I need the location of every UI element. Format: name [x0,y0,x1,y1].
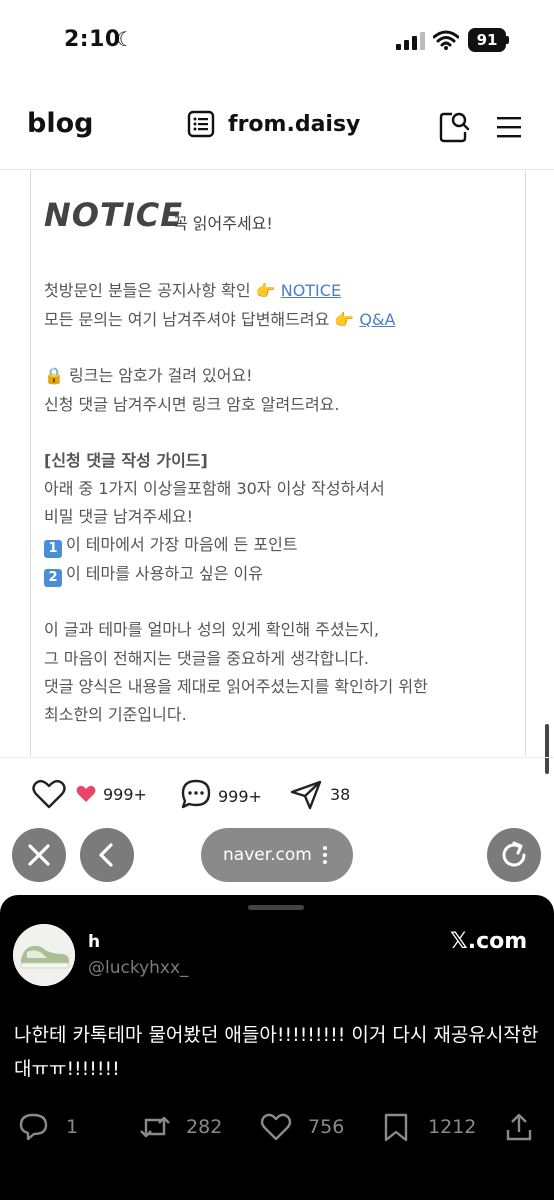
reply-action[interactable]: 1 [18,1112,78,1142]
guide-line-2: 비밀 댓글 남겨주세요! [44,507,194,526]
scrollbar[interactable] [545,724,549,774]
guide-item-1: 1이 테마에서 가장 마음에 든 포인트 [44,531,298,558]
retweet-action[interactable]: 282 [138,1112,222,1142]
reload-icon [502,841,526,867]
qa-link[interactable]: Q&A [359,310,395,329]
bookmark-action[interactable]: 1212 [382,1112,476,1142]
notice-link[interactable]: NOTICE [281,281,341,300]
notice-line-inquiry: 모든 문의는 여기 남겨주셔야 답변해드려요 👉 Q&A [44,310,396,329]
hamburger-menu-icon[interactable] [496,114,522,140]
para-line-3: 댓글 양식은 내용을 제대로 읽어주셨는지를 확인하기 위한 [44,677,428,696]
para-line-2: 그 마음이 전해지는 댓글을 중요하게 생각합니다. [44,649,369,668]
list-icon[interactable] [187,110,215,138]
share-count: 38 [330,785,351,804]
cellular-signal-icon [396,32,425,50]
x-logo[interactable]: 𝕏.com [450,929,527,954]
guide-line-1: 아래 중 1가지 이상을포함해 30자 이상 작성하셔서 [44,479,385,498]
lock-notice: 🔒 링크는 암호가 걸려 있어요! [44,366,253,385]
bookmark-icon [384,1113,408,1142]
reaction-divider [0,757,554,758]
reload-button[interactable] [487,828,541,882]
tweet-like-count: 756 [308,1115,345,1138]
battery-tip [506,36,509,44]
para-line-4: 최소한의 기준입니다. [44,705,187,724]
bookmark-count: 1212 [428,1115,477,1138]
guide-title: [신청 댓글 작성 가이드] [44,451,208,470]
close-button[interactable] [12,828,66,882]
retweet-icon [140,1116,170,1138]
tweet-username[interactable]: @luckyhxx_ [88,958,189,978]
share-send-icon[interactable] [290,780,322,810]
tweet-author-name[interactable]: h [88,932,100,952]
url-bar[interactable]: naver.com [201,828,353,882]
status-time: 2:10 [64,27,121,52]
more-options-icon[interactable] [322,844,328,866]
tweet-text: 나한테 카톡테마 물어봤던 애들아!!!!!!!!! 이거 다시 재공유시작한대… [14,1024,539,1080]
wifi-icon [433,30,459,50]
para-line-1: 이 글과 테마를 얼마나 성의 있게 확인해 주셨는지, [44,620,380,639]
pink-heart-icon [76,785,96,802]
sheet-drag-handle[interactable] [248,905,304,910]
back-button[interactable] [80,828,134,882]
keycap-2-icon: 2 [44,569,62,587]
close-icon [28,844,50,866]
lock-notice-detail: 신청 댓글 남겨주시면 링크 암호 알려드려요. [44,395,340,414]
heart-icon [260,1113,292,1141]
search-icon[interactable] [438,110,470,144]
comment-count: 999+ [218,787,262,806]
blog-brand-logo[interactable]: blog [27,108,93,139]
retweet-count: 282 [186,1115,223,1138]
like-heart-icon[interactable] [32,778,66,810]
notice-title: NOTICE [44,196,184,234]
reply-count: 1 [66,1115,79,1138]
guide-item-2: 2이 테마를 사용하고 싶은 이유 [44,560,263,587]
share-action[interactable] [505,1112,533,1142]
sneaker-image [13,924,75,986]
url-text: naver.com [223,845,312,865]
reply-icon [19,1113,48,1141]
notice-line-first-visit: 첫방문인 분들은 공지사항 확인 👉 NOTICE [44,281,342,300]
avatar[interactable] [13,924,75,986]
keycap-1-icon: 1 [44,540,62,558]
blog-name[interactable]: from.daisy [228,112,360,137]
like-count: 999+ [103,785,147,804]
battery-indicator: 91 [468,28,506,52]
chevron-left-icon [99,843,113,867]
upload-share-icon [506,1113,532,1141]
moon-icon: ☾ [116,27,134,51]
notice-subtitle: 꼭 읽어주세요! [173,214,273,233]
like-action[interactable]: 756 [260,1112,344,1142]
comment-icon[interactable] [180,778,212,810]
